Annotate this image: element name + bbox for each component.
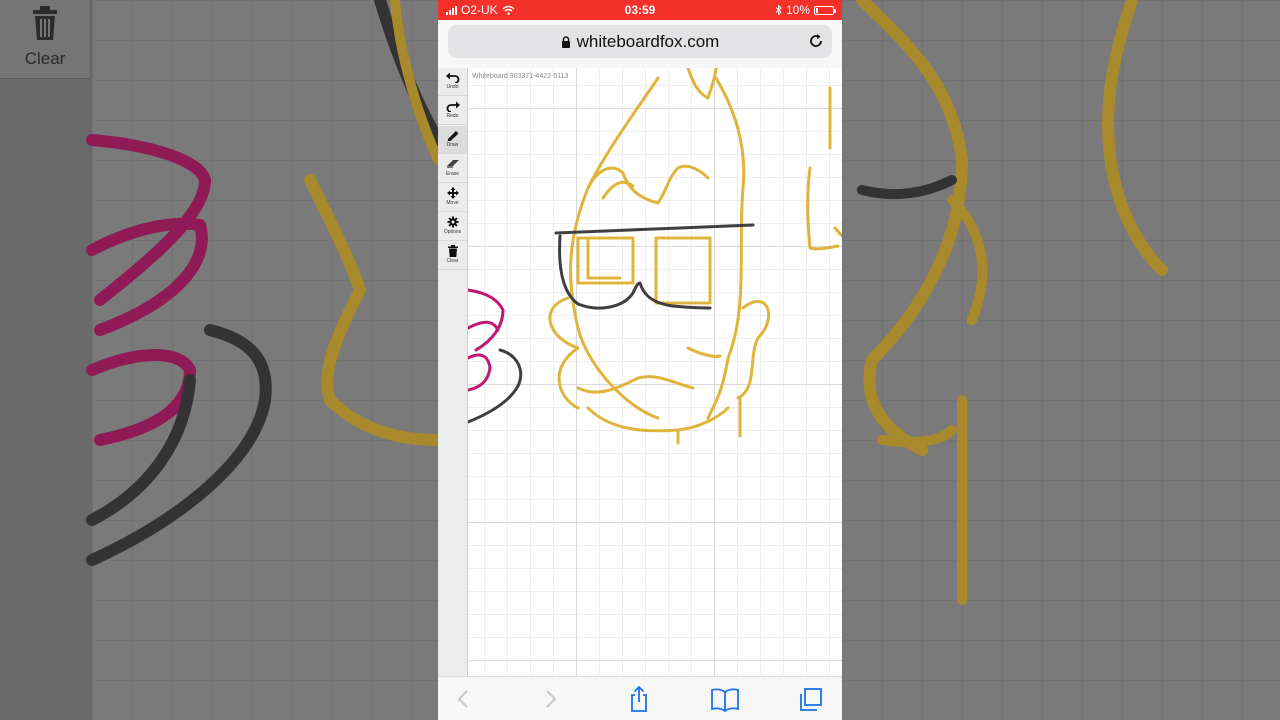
tool-erase-label: Erase <box>445 171 460 177</box>
tool-move-label: Move <box>446 200 459 206</box>
pencil-icon <box>447 131 458 141</box>
tool-undo-label: Undo <box>446 84 459 90</box>
browser-bottom-bar <box>438 676 842 720</box>
battery-percent: 10% <box>785 3 810 17</box>
stroke-right-figure <box>806 86 842 251</box>
address-bar[interactable]: whiteboardfox.com <box>448 25 832 58</box>
bookmarks-icon[interactable] <box>710 685 740 713</box>
undo-icon <box>445 72 459 83</box>
back-icon[interactable] <box>448 685 478 713</box>
tool-draw-label: Draw <box>446 142 459 148</box>
phone-screen: O2-UK 03:59 10% whiteboardfox.com Whiteb… <box>438 0 842 720</box>
tool-move[interactable]: Move <box>438 184 467 212</box>
tool-options-label: Options <box>443 229 462 235</box>
tool-erase[interactable]: Erase <box>438 155 467 183</box>
url-text: whiteboardfox.com <box>576 32 720 51</box>
tool-draw[interactable]: Draw <box>438 126 467 154</box>
stroke-bangs <box>586 164 710 205</box>
bluetooth-icon <box>775 5 782 15</box>
stroke-eye-right <box>654 236 712 305</box>
stroke-mouth <box>576 375 695 394</box>
browser-address-area: whiteboardfox.com <box>438 20 842 68</box>
stroke-face-right <box>706 76 746 420</box>
tool-options[interactable]: Options <box>438 213 467 241</box>
tool-redo-label: Redo <box>446 113 459 119</box>
tool-clear[interactable]: Clear <box>438 242 467 270</box>
whiteboard-toolbar: Undo Redo Draw Erase Move Options Clear <box>438 68 468 676</box>
whiteboard-drawing <box>466 68 842 445</box>
tool-redo[interactable]: Redo <box>438 97 467 125</box>
status-right-group: 10% <box>775 3 836 17</box>
stroke-eye-left <box>576 236 635 285</box>
background-strokes-left <box>86 0 438 566</box>
move-icon <box>446 187 459 199</box>
lock-icon <box>561 36 570 48</box>
stroke-cheek <box>686 346 722 358</box>
tool-undo[interactable]: Undo <box>438 68 467 96</box>
stroke-glasses-frame <box>558 234 712 310</box>
share-icon[interactable] <box>624 685 654 713</box>
stroke-head-outline <box>686 68 718 100</box>
stroke-bangs-inner <box>601 180 635 200</box>
eraser-icon <box>446 160 459 168</box>
stroke-left-figure-magenta <box>466 288 505 392</box>
reload-icon[interactable] <box>808 33 824 49</box>
gear-icon <box>446 216 459 228</box>
redo-icon <box>446 101 460 112</box>
trash-icon <box>447 245 458 257</box>
stroke-hair-right <box>736 300 771 400</box>
whiteboard-canvas[interactable]: Whiteboard 903371-4422-5113 <box>438 68 842 676</box>
tool-clear-label: Clear <box>446 258 459 264</box>
stroke-face-left <box>569 76 660 420</box>
forward-icon[interactable] <box>536 685 566 713</box>
stroke-eye-left-inner <box>586 236 622 280</box>
background-strokes-right <box>856 0 1168 605</box>
url-display[interactable]: whiteboardfox.com <box>448 32 832 52</box>
stroke-glasses-bar <box>554 223 755 235</box>
tabs-icon[interactable] <box>796 685 826 713</box>
status-bar: O2-UK 03:59 10% <box>438 0 842 20</box>
battery-icon <box>814 5 836 15</box>
